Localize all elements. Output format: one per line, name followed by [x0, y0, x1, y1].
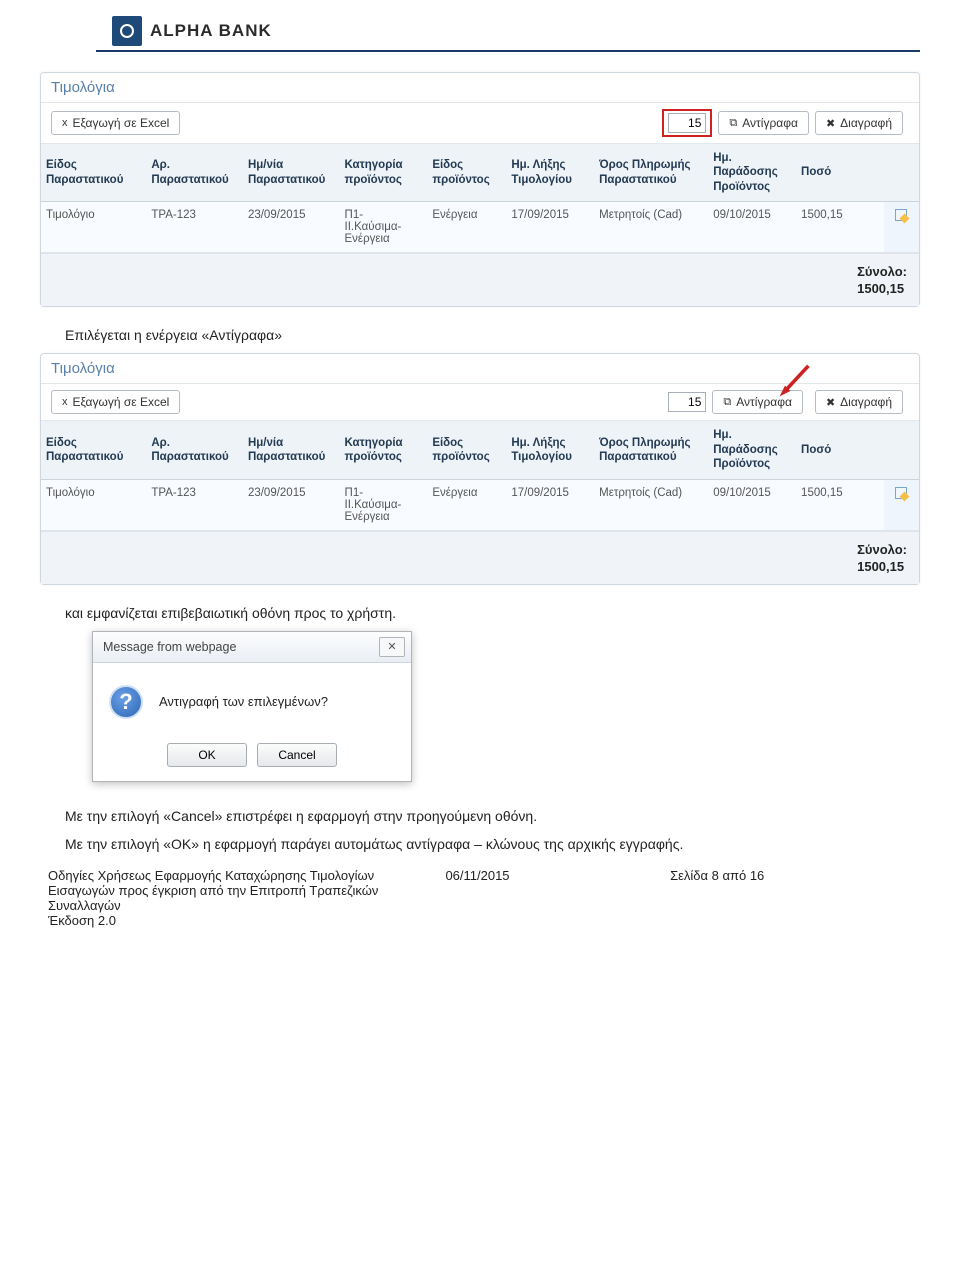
total-value: 1500,15 — [857, 281, 907, 296]
table-row[interactable]: Τιμολόγιο TPA-123 23/09/2015 Π1- ΙΙ.Καύσ… — [41, 202, 919, 253]
dialog-cancel-button[interactable]: Cancel — [257, 743, 337, 767]
cell-prodtype: Ενέργεια — [427, 202, 506, 253]
total-row-1: Σύνολο: 1500,15 — [41, 253, 919, 306]
total-label: Σύνολο: — [857, 264, 907, 279]
toolbar-2: x Εξαγωγή σε Excel ⧉ Αντίγραφα ✖ Διαγραφ… — [41, 384, 919, 421]
invoices-table-1: Είδος Παραστατικού Αρ. Παραστατικού Ημ/ν… — [41, 144, 919, 253]
panel-title: Τιμολόγια — [41, 73, 919, 103]
export-excel-button-2[interactable]: x Εξαγωγή σε Excel — [51, 390, 180, 414]
copy-label: Αντίγραφα — [742, 116, 798, 130]
total-value: 1500,15 — [857, 559, 907, 574]
cell-payment: Μετρητοίς (Cad) — [594, 202, 708, 253]
copy-button-1[interactable]: ⧉ Αντίγραφα — [718, 111, 809, 135]
cell-date: 23/09/2015 — [243, 479, 340, 530]
cell-prodcat: Π1- ΙΙ.Καύσιμα- Ενέργεια — [340, 479, 428, 530]
th-type[interactable]: Είδος Παραστατικού — [41, 144, 146, 202]
edit-icon[interactable] — [895, 209, 907, 221]
th-prodcat[interactable]: Κατηγορία προϊόντος — [340, 144, 428, 202]
delete-button-2[interactable]: ✖ Διαγραφή — [815, 390, 903, 414]
cell-amount: 1500,15 — [796, 202, 884, 253]
excel-icon: x — [62, 117, 68, 129]
header-divider — [96, 50, 920, 52]
th-type[interactable]: Είδος Παραστατικού — [41, 421, 146, 479]
footer-doc-title: Οδηγίες Χρήσεως Εφαρμογής Καταχώρησης Τι… — [48, 868, 411, 913]
cell-delivery: 09/10/2015 — [708, 202, 796, 253]
total-row-2: Σύνολο: 1500,15 — [41, 531, 919, 584]
th-expiry[interactable]: Ημ. Λήξης Τιμολογίου — [506, 144, 594, 202]
table-row[interactable]: Τιμολόγιο TPA-123 23/09/2015 Π1- ΙΙ.Καύσ… — [41, 479, 919, 530]
delete-icon: ✖ — [826, 396, 835, 409]
page-footer: Οδηγίες Χρήσεως Εφαρμογής Καταχώρησης Τι… — [48, 868, 912, 928]
delete-icon: ✖ — [826, 117, 835, 130]
cell-prodcat: Π1- ΙΙ.Καύσιμα- Ενέργεια — [340, 202, 428, 253]
th-payment[interactable]: Όρος Πληρωμής Παραστατικού — [594, 421, 708, 479]
cell-expiry: 17/09/2015 — [506, 202, 594, 253]
copy-icon: ⧉ — [723, 396, 731, 409]
th-amount[interactable]: Ποσό — [796, 421, 884, 479]
brand-header: ALPHA BANK — [112, 16, 920, 46]
export-excel-button[interactable]: x Εξαγωγή σε Excel — [51, 111, 180, 135]
cell-payment: Μετρητοίς (Cad) — [594, 479, 708, 530]
th-payment[interactable]: Όρος Πληρωμής Παραστατικού — [594, 144, 708, 202]
toolbar: x Εξαγωγή σε Excel ⧉ Αντίγραφα ✖ Διαγραφ… — [41, 103, 919, 144]
footer-version: Έκδοση 2.0 — [48, 913, 411, 928]
text-select-action: Επιλέγεται η ενέργεια «Αντίγραφα» — [65, 325, 898, 345]
dialog-close-button[interactable]: ✕ — [379, 637, 405, 657]
bank-name: ALPHA BANK — [150, 21, 272, 41]
export-label: Εξαγωγή σε Excel — [73, 116, 170, 130]
arrow-annotation: ⧉ Αντίγραφα — [712, 390, 809, 414]
th-delivery[interactable]: Ημ. Παράδοσης Προϊόντος — [708, 421, 796, 479]
edit-icon[interactable] — [895, 487, 907, 499]
th-prodtype[interactable]: Είδος προϊόντος — [427, 421, 506, 479]
cell-prodtype: Ενέργεια — [427, 479, 506, 530]
th-number[interactable]: Αρ. Παραστατικού — [146, 421, 243, 479]
dialog-titlebar: Message from webpage ✕ — [93, 632, 411, 663]
copy-button-2[interactable]: ⧉ Αντίγραφα — [712, 390, 803, 414]
cell-type: Τιμολόγιο — [41, 202, 146, 253]
question-icon: ? — [109, 685, 143, 719]
delete-label: Διαγραφή — [840, 395, 892, 409]
copies-highlight — [662, 109, 712, 137]
cell-number: TPA-123 — [146, 479, 243, 530]
copies-input-2[interactable] — [668, 392, 706, 412]
dialog-ok-button[interactable]: OK — [167, 743, 247, 767]
invoices-panel-2: Τιμολόγια x Εξαγωγή σε Excel ⧉ Αντίγραφα… — [40, 353, 920, 584]
cell-type: Τιμολόγιο — [41, 479, 146, 530]
text-ok-note: Με την επιλογή «ΟΚ» η εφαρμογή παράγει α… — [65, 834, 898, 854]
th-number[interactable]: Αρ. Παραστατικού — [146, 144, 243, 202]
text-cancel-note: Με την επιλογή «Cancel» επιστρέφει η εφα… — [65, 806, 898, 826]
footer-date: 06/11/2015 — [445, 868, 635, 928]
th-expiry[interactable]: Ημ. Λήξης Τιμολογίου — [506, 421, 594, 479]
total-label: Σύνολο: — [857, 542, 907, 557]
th-prodtype[interactable]: Είδος προϊόντος — [427, 144, 506, 202]
invoices-table-2: Είδος Παραστατικού Αρ. Παραστατικού Ημ/ν… — [41, 421, 919, 530]
excel-icon: x — [62, 396, 68, 408]
th-date[interactable]: Ημ/νία Παραστατικού — [243, 144, 340, 202]
invoices-panel-1: Τιμολόγια x Εξαγωγή σε Excel ⧉ Αντίγραφα… — [40, 72, 920, 307]
cell-date: 23/09/2015 — [243, 202, 340, 253]
export-label: Εξαγωγή σε Excel — [73, 395, 170, 409]
dialog-title-text: Message from webpage — [103, 640, 236, 654]
dialog-message: Αντιγραφή των επιλεγμένων? — [159, 694, 328, 709]
copies-input-1[interactable] — [668, 113, 706, 133]
cell-delivery: 09/10/2015 — [708, 479, 796, 530]
delete-button-1[interactable]: ✖ Διαγραφή — [815, 111, 903, 135]
th-prodcat[interactable]: Κατηγορία προϊόντος — [340, 421, 428, 479]
delete-label: Διαγραφή — [840, 116, 892, 130]
copy-label: Αντίγραφα — [736, 395, 792, 409]
cell-amount: 1500,15 — [796, 479, 884, 530]
footer-page: Σελίδα 8 από 16 — [670, 868, 912, 928]
bank-logo — [112, 16, 142, 46]
text-dialog-intro: και εμφανίζεται επιβεβαιωτική οθόνη προς… — [65, 603, 898, 623]
cell-expiry: 17/09/2015 — [506, 479, 594, 530]
th-amount[interactable]: Ποσό — [796, 144, 884, 202]
cell-number: TPA-123 — [146, 202, 243, 253]
th-delivery[interactable]: Ημ. Παράδοσης Προϊόντος — [708, 144, 796, 202]
confirm-dialog: Message from webpage ✕ ? Αντιγραφή των ε… — [92, 631, 412, 782]
copy-icon: ⧉ — [729, 117, 737, 130]
panel-title-2: Τιμολόγια — [41, 354, 919, 384]
th-date[interactable]: Ημ/νία Παραστατικού — [243, 421, 340, 479]
